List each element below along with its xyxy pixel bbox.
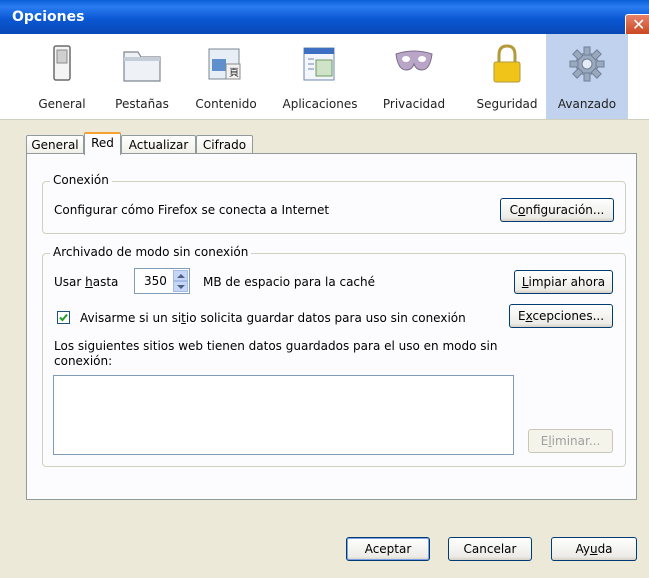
tabs-icon (123, 51, 161, 82)
connection-settings-button[interactable]: Configuración... (500, 198, 614, 222)
content-icon: 頁 (208, 48, 241, 80)
exceptions-button[interactable]: Excepciones... (509, 304, 613, 328)
tab-update[interactable]: Actualizar (121, 135, 196, 154)
offline-sites-description-cont: conexión: (54, 354, 113, 368)
tool-privacy[interactable]: Privacidad (374, 34, 454, 119)
tool-label: General (38, 97, 86, 111)
title-bar[interactable]: Opciones ✕ (0, 0, 649, 36)
increment-button[interactable] (173, 270, 188, 281)
mask-icon (395, 50, 433, 71)
category-toolbar: General Pestañas 頁 Contenido Aplicacione… (0, 34, 649, 120)
switch-icon (53, 45, 71, 81)
cache-unit-label: MB de espacio para la caché (203, 275, 376, 289)
offline-sites-list[interactable] (53, 375, 514, 455)
tool-label: Avanzado (557, 97, 617, 111)
connection-description: Configurar cómo Firefox se conecta a Int… (54, 203, 330, 217)
cache-size-value[interactable]: 350 (144, 274, 167, 288)
remove-button[interactable]: Eliminar... (528, 429, 613, 453)
use-up-to-label: Usar hasta (54, 275, 119, 289)
cache-size-stepper[interactable]: 350 (134, 268, 190, 294)
offline-sites-description: Los siguientes sitios web tienen datos g… (54, 339, 498, 353)
close-button[interactable]: ✕ (625, 14, 649, 36)
checkmark-icon (59, 313, 68, 322)
applications-icon (303, 47, 335, 81)
tool-tabs[interactable]: Pestañas (106, 34, 178, 119)
accept-button[interactable]: Aceptar (346, 537, 430, 561)
tool-label: Seguridad (476, 97, 538, 111)
gear-icon (569, 46, 605, 82)
tool-label: Privacidad (382, 97, 446, 111)
offline-legend: Archivado de modo sin conexión (50, 245, 252, 259)
tool-applications[interactable]: Aplicaciones (274, 34, 366, 119)
connection-legend: Conexión (50, 173, 112, 187)
svg-text:頁: 頁 (229, 67, 239, 79)
decrement-button[interactable] (173, 281, 188, 292)
tool-general[interactable]: General (28, 34, 96, 119)
tab-encryption[interactable]: Cifrado (196, 135, 253, 154)
notify-offline-label: Avisarme si un sitio solicita guardar da… (80, 311, 466, 325)
tool-label: Aplicaciones (282, 97, 358, 111)
tool-security[interactable]: Seguridad (468, 34, 546, 119)
tab-general[interactable]: General (26, 135, 84, 154)
clear-now-button[interactable]: Limpiar ahora (514, 270, 613, 294)
tool-label: Contenido (195, 97, 257, 111)
window-title: Opciones (12, 9, 85, 25)
arrow-up-icon (177, 274, 185, 278)
options-window: Opciones ✕ General Pestañas 頁 Contenido … (0, 0, 649, 578)
tool-advanced[interactable]: Avanzado (546, 34, 628, 119)
notify-offline-checkbox[interactable] (57, 311, 70, 324)
padlock-icon (493, 44, 521, 83)
help-button[interactable]: Ayuda (551, 537, 637, 561)
tool-label: Pestañas (115, 97, 169, 111)
cancel-button[interactable]: Cancelar (448, 537, 532, 561)
close-icon: ✕ (632, 15, 646, 34)
tool-content[interactable]: 頁 Contenido (186, 34, 266, 119)
tab-network[interactable]: Red (84, 132, 121, 155)
arrow-down-icon (177, 285, 185, 289)
